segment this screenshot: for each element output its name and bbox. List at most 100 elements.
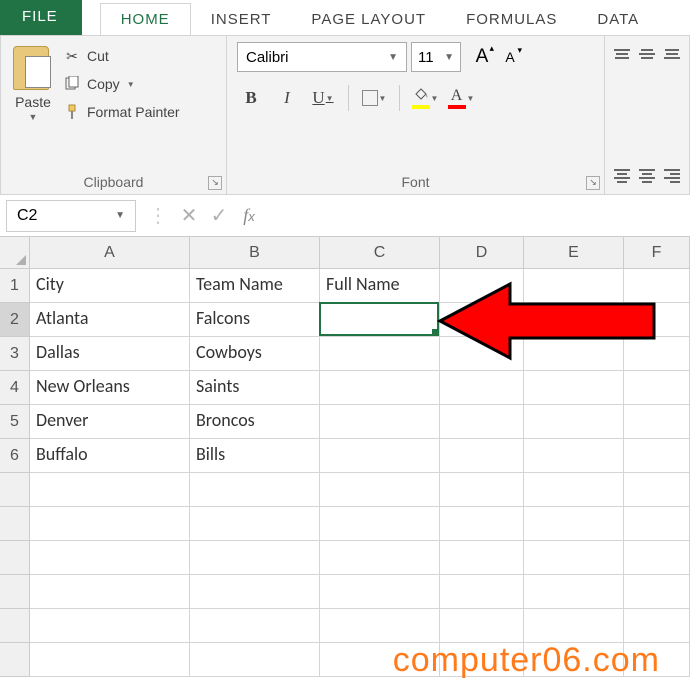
row-header[interactable] bbox=[0, 507, 30, 541]
cell[interactable] bbox=[30, 575, 190, 609]
cell[interactable] bbox=[440, 439, 524, 473]
cell[interactable] bbox=[320, 609, 440, 643]
cell[interactable] bbox=[624, 609, 690, 643]
cell[interactable] bbox=[440, 541, 524, 575]
align-center-button[interactable] bbox=[638, 164, 657, 188]
column-header-E[interactable]: E bbox=[524, 237, 624, 269]
cell[interactable] bbox=[440, 405, 524, 439]
cell[interactable]: Denver bbox=[30, 405, 190, 439]
cell[interactable] bbox=[320, 507, 440, 541]
row-header[interactable]: 3 bbox=[0, 337, 30, 371]
cell[interactable] bbox=[190, 507, 320, 541]
cell[interactable] bbox=[320, 303, 440, 337]
cell[interactable] bbox=[30, 643, 190, 677]
formula-bar-input[interactable] bbox=[264, 200, 690, 232]
row-header[interactable]: 5 bbox=[0, 405, 30, 439]
insert-function-button[interactable]: fx bbox=[234, 205, 264, 226]
underline-button[interactable]: U▼ bbox=[309, 84, 337, 112]
fill-color-button[interactable]: ▼ bbox=[411, 84, 439, 112]
cell[interactable] bbox=[624, 575, 690, 609]
cell[interactable] bbox=[440, 609, 524, 643]
cell[interactable] bbox=[624, 439, 690, 473]
cell[interactable] bbox=[524, 609, 624, 643]
tab-page-layout[interactable]: PAGE LAYOUT bbox=[291, 4, 446, 35]
row-header[interactable]: 2 bbox=[0, 303, 30, 337]
cell[interactable] bbox=[524, 473, 624, 507]
cell[interactable]: Buffalo bbox=[30, 439, 190, 473]
cell[interactable] bbox=[524, 303, 624, 337]
cell[interactable] bbox=[190, 575, 320, 609]
column-header-B[interactable]: B bbox=[190, 237, 320, 269]
cell[interactable] bbox=[524, 575, 624, 609]
dialog-launcher-font[interactable]: ↘ bbox=[586, 176, 600, 190]
cell[interactable] bbox=[440, 507, 524, 541]
cell[interactable] bbox=[30, 541, 190, 575]
row-header[interactable]: 6 bbox=[0, 439, 30, 473]
cell[interactable] bbox=[440, 269, 524, 303]
row-header[interactable] bbox=[0, 575, 30, 609]
row-header[interactable] bbox=[0, 609, 30, 643]
cell[interactable] bbox=[190, 473, 320, 507]
cell[interactable] bbox=[190, 643, 320, 677]
cell[interactable] bbox=[624, 541, 690, 575]
cell[interactable] bbox=[320, 541, 440, 575]
cut-button[interactable]: ✂ Cut bbox=[59, 44, 184, 68]
cell[interactable] bbox=[624, 371, 690, 405]
cell[interactable] bbox=[190, 541, 320, 575]
align-left-button[interactable] bbox=[613, 164, 632, 188]
cell[interactable]: New Orleans bbox=[30, 371, 190, 405]
cancel-formula-button[interactable]: ✕ bbox=[174, 203, 204, 228]
cell[interactable] bbox=[624, 303, 690, 337]
decrease-font-size-button[interactable]: A▾ bbox=[497, 43, 523, 71]
cell[interactable] bbox=[30, 473, 190, 507]
cell[interactable]: Bills bbox=[190, 439, 320, 473]
cell[interactable] bbox=[524, 269, 624, 303]
font-size-combo[interactable]: 11 ▼ bbox=[411, 42, 461, 72]
cell[interactable] bbox=[320, 405, 440, 439]
cell[interactable]: Broncos bbox=[190, 405, 320, 439]
cell[interactable] bbox=[320, 473, 440, 507]
row-header[interactable] bbox=[0, 473, 30, 507]
cell[interactable] bbox=[624, 473, 690, 507]
cell[interactable]: Cowboys bbox=[190, 337, 320, 371]
column-header-F[interactable]: F bbox=[624, 237, 690, 269]
align-top-button[interactable] bbox=[613, 42, 632, 66]
cell[interactable] bbox=[440, 371, 524, 405]
cell[interactable] bbox=[624, 405, 690, 439]
bold-button[interactable]: B bbox=[237, 84, 265, 112]
cell[interactable] bbox=[524, 405, 624, 439]
select-all-button[interactable] bbox=[0, 237, 30, 269]
format-painter-button[interactable]: Format Painter bbox=[59, 100, 184, 124]
cell[interactable] bbox=[320, 371, 440, 405]
cell[interactable] bbox=[440, 303, 524, 337]
column-header-A[interactable]: A bbox=[30, 237, 190, 269]
align-right-button[interactable] bbox=[662, 164, 681, 188]
cell[interactable] bbox=[524, 439, 624, 473]
chevron-down-icon[interactable]: ▼ bbox=[29, 112, 38, 122]
font-name-combo[interactable]: Calibri ▼ bbox=[237, 42, 407, 72]
cell[interactable] bbox=[524, 507, 624, 541]
cell[interactable]: Atlanta bbox=[30, 303, 190, 337]
cell[interactable] bbox=[320, 337, 440, 371]
cell[interactable] bbox=[524, 371, 624, 405]
paste-button[interactable]: Paste ▼ bbox=[11, 42, 55, 172]
row-header[interactable] bbox=[0, 541, 30, 575]
cell[interactable] bbox=[320, 575, 440, 609]
dialog-launcher-clipboard[interactable]: ↘ bbox=[208, 176, 222, 190]
cell[interactable] bbox=[30, 609, 190, 643]
cell[interactable]: Dallas bbox=[30, 337, 190, 371]
row-header[interactable] bbox=[0, 643, 30, 677]
cell[interactable] bbox=[440, 337, 524, 371]
cell[interactable] bbox=[440, 575, 524, 609]
font-color-button[interactable]: A▼ bbox=[447, 84, 475, 112]
borders-button[interactable]: ▼ bbox=[360, 84, 388, 112]
cell[interactable] bbox=[440, 473, 524, 507]
copy-button[interactable]: Copy ▼ bbox=[59, 72, 184, 96]
increase-font-size-button[interactable]: A▴ bbox=[469, 43, 495, 71]
cell[interactable]: Full Name bbox=[320, 269, 440, 303]
cell[interactable]: City bbox=[30, 269, 190, 303]
cell[interactable] bbox=[320, 439, 440, 473]
italic-button[interactable]: I bbox=[273, 84, 301, 112]
tab-insert[interactable]: INSERT bbox=[191, 4, 292, 35]
cell[interactable]: Saints bbox=[190, 371, 320, 405]
